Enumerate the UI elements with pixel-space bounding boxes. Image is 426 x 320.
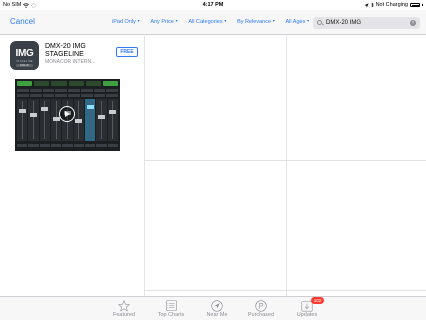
- filter-sort[interactable]: By Relevance▼: [237, 19, 275, 25]
- preview-toolbar: [17, 81, 119, 86]
- filter-category[interactable]: All Categories▼: [188, 19, 227, 25]
- star-icon: [118, 299, 130, 312]
- charging-label: Not Charging: [375, 2, 408, 8]
- app-preview-video[interactable]: [15, 79, 120, 151]
- filter-sort-label: By Relevance: [237, 18, 271, 25]
- tab-updates-label: Updates: [296, 312, 318, 318]
- status-time: 4:17 PM: [202, 2, 224, 8]
- preview-tab: [17, 81, 33, 86]
- tab-near-me-label: Near Me: [206, 312, 228, 318]
- app-icon-badge: DMX-20: [16, 64, 33, 67]
- cancel-button[interactable]: Cancel: [10, 17, 35, 26]
- preview-tab: [34, 81, 50, 86]
- tab-featured[interactable]: Featured: [99, 299, 149, 319]
- search-result-card[interactable]: IMG STAGELINE DMX-20 DMX-20 IMG STAGELIN…: [0, 36, 144, 160]
- filter-price[interactable]: Any Price▼: [150, 19, 178, 25]
- preview-tab: [68, 81, 84, 86]
- chevron-down-icon: ▼: [223, 19, 228, 24]
- purchased-icon: [255, 299, 267, 312]
- tab-purchased-label: Purchased: [247, 312, 275, 318]
- filter-bar: iPad Only▼ Any Price▼ All Categories▼ By…: [112, 19, 320, 25]
- preview-button-row: [17, 89, 118, 92]
- battery-tip: [422, 4, 423, 6]
- status-right: Not Charging: [363, 0, 423, 10]
- grid-divider: [286, 36, 287, 297]
- chevron-down-icon: ▼: [174, 19, 179, 24]
- app-icon-logo: IMG: [15, 48, 34, 59]
- play-icon[interactable]: [59, 106, 75, 122]
- preview-tab: [102, 81, 119, 86]
- filter-age-label: All Ages: [285, 18, 306, 25]
- search-icon: [317, 19, 322, 25]
- search-input[interactable]: DMX-20 IMG ×: [313, 16, 420, 29]
- location-arrow-icon: [363, 2, 369, 8]
- grid-divider: [144, 36, 145, 297]
- chevron-down-icon: ▼: [306, 19, 310, 24]
- app-icon[interactable]: IMG STAGELINE DMX-20: [10, 41, 39, 70]
- get-button[interactable]: FREE: [116, 47, 138, 57]
- clear-icon[interactable]: ×: [410, 19, 416, 26]
- preview-tab: [85, 81, 101, 86]
- tab-bar: Featured Top Charts Near Me Purchased 10…: [0, 296, 426, 320]
- tab-featured-label: Featured: [112, 312, 135, 318]
- location-icon: [211, 299, 223, 312]
- battery-icon: [410, 3, 420, 7]
- preview-button-row: [17, 144, 118, 147]
- tab-top-charts[interactable]: Top Charts: [146, 299, 196, 319]
- filter-category-label: All Categories: [188, 18, 223, 25]
- search-value: DMX-20 IMG: [326, 19, 362, 26]
- grid-divider: [144, 290, 426, 291]
- list-icon: [165, 300, 177, 311]
- chevron-down-icon: ▼: [272, 19, 276, 24]
- filter-price-label: Any Price: [150, 18, 174, 25]
- app-developer: MONACOR INTERN...: [45, 59, 96, 65]
- tab-updates[interactable]: 102 Updates: [282, 297, 332, 319]
- tab-near-me[interactable]: Near Me: [192, 299, 242, 319]
- nav-bar: Cancel iPad Only▼ Any Price▼ All Categor…: [0, 10, 426, 35]
- preview-tab: [51, 81, 67, 86]
- grid-divider: [144, 160, 426, 161]
- status-bar: No SIM 4:17 PM Not Charging: [0, 0, 426, 10]
- updates-badge: 102: [311, 297, 324, 304]
- app-name[interactable]: DMX-20 IMG STAGELINE: [45, 43, 105, 58]
- filter-device[interactable]: iPad Only▼: [112, 19, 140, 25]
- chevron-down-icon: ▼: [136, 19, 141, 24]
- app-icon-subtext: STAGELINE: [16, 60, 33, 63]
- tab-top-charts-label: Top Charts: [157, 312, 185, 318]
- preview-button-row: [17, 94, 118, 97]
- bluetooth-icon: [370, 2, 374, 8]
- filter-device-label: iPad Only: [112, 18, 136, 25]
- tab-purchased[interactable]: Purchased: [236, 299, 286, 319]
- filter-age[interactable]: All Ages▼: [285, 19, 309, 25]
